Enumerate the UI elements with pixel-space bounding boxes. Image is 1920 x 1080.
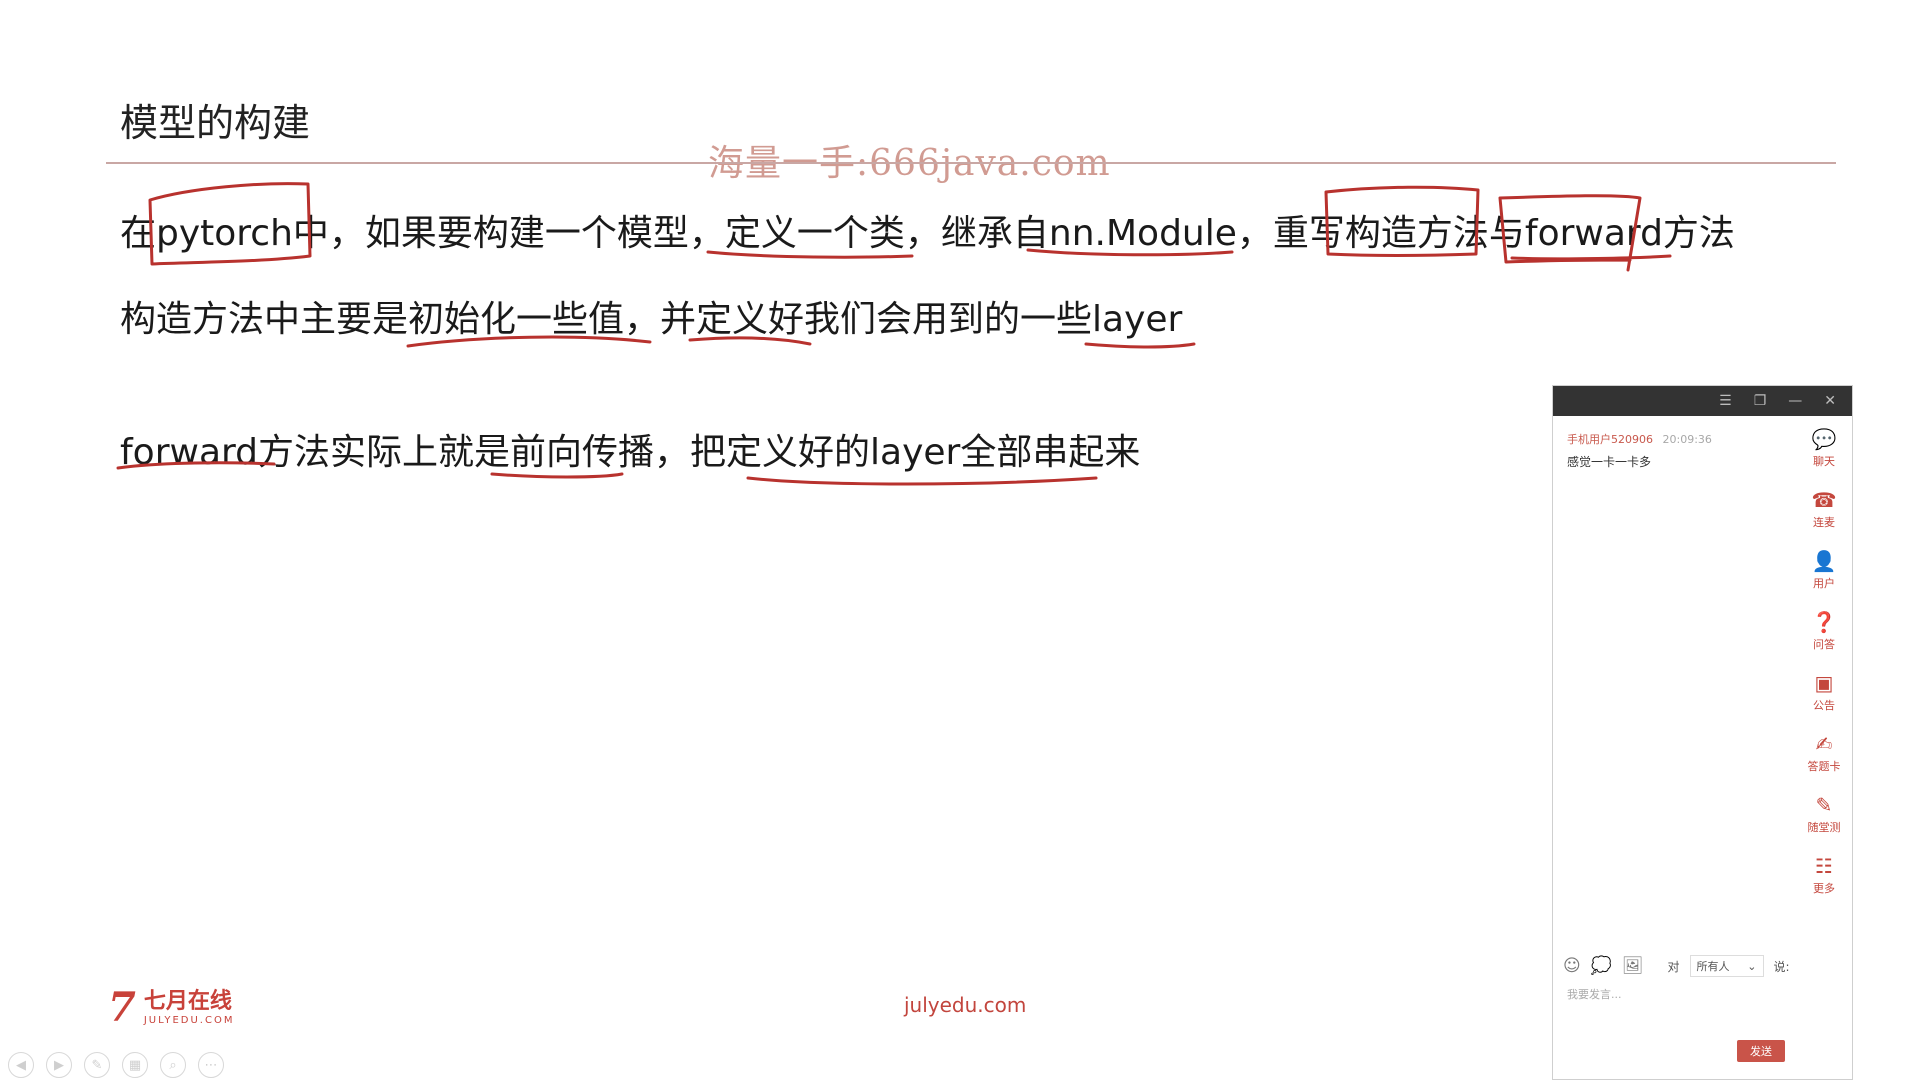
chat-input[interactable]: 我要发言... [1567,986,1622,1002]
chat-panel: ☰ ❐ — ✕ 手机用户520906 20:09:36 感觉一卡一卡多 💬 聊天… [1552,385,1853,1080]
recipient-value: 所有人 [1696,960,1730,973]
sidebar-item-label: 连麦 [1813,516,1835,529]
restore-icon[interactable]: ❐ [1754,393,1767,409]
sidebar-item-notice[interactable]: ▣ 公告 [1796,662,1852,723]
more-icon[interactable]: ⋯ [198,1052,224,1078]
slide-title: 模型的构建 [120,101,311,145]
sidebar-item-quiz[interactable]: ✎ 随堂测 [1796,784,1852,845]
footer-url: julyedu.com [904,993,1027,1017]
sidebar-item-label: 用户 [1813,577,1835,590]
annotation-underline-layer [1084,342,1196,349]
sidebar-item-answer-card[interactable]: ✍ 答题卡 [1796,723,1852,784]
say-label: 说: [1773,959,1790,974]
chat-sidebar: 💬 聊天 ☎ 连麦 👤 用户 ❓ 问答 ▣ 公告 ✍ 答题卡 ✎ 随堂测 ☷ 更… [1796,418,1852,919]
content-line-3: forward方法实际上就是前向传播，把定义好的layer全部串起来 [120,432,1141,473]
zoom-icon[interactable]: ⌕ [160,1052,186,1078]
answer-card-icon: ✍ [1815,732,1833,756]
prev-icon[interactable]: ◀ [8,1052,34,1078]
next-icon[interactable]: ▶ [46,1052,72,1078]
pen-icon[interactable]: ✎ [84,1052,110,1078]
logo-icon: 7 [108,984,136,1031]
emoji-icon[interactable]: ☺ [1563,956,1581,976]
slides-icon[interactable]: ▦ [122,1052,148,1078]
logo-english-text: JULYEDU.COM [143,1014,235,1026]
logo-chinese-text: 七月在线 [143,988,232,1014]
sidebar-item-users[interactable]: 👤 用户 [1796,540,1852,601]
sidebar-item-label: 聊天 [1813,455,1835,468]
sidebar-item-mic[interactable]: ☎ 连麦 [1796,479,1852,540]
phone-icon: ☎ [1811,488,1837,512]
notice-icon: ▣ [1814,671,1834,695]
quiz-icon: ✎ [1815,793,1833,817]
chevron-down-icon: ⌄ [1747,959,1757,973]
sidebar-item-label: 公告 [1813,699,1835,712]
sidebar-item-qa[interactable]: ❓ 问答 [1796,601,1852,662]
sidebar-item-label: 随堂测 [1807,821,1841,834]
annotation-underline-layer-chain [746,476,1098,486]
title-divider [106,162,1836,164]
minimize-icon[interactable]: — [1788,393,1802,409]
slide-controls: ◀ ▶ ✎ ▦ ⌕ ⋯ [8,1052,224,1078]
sidebar-item-more[interactable]: ☷ 更多 [1796,845,1852,906]
content-line-2: 构造方法中主要是初始化一些值，并定义好我们会用到的一些layer [120,299,1183,340]
sidebar-item-label: 更多 [1813,882,1835,895]
brand-logo: 7 七月在线 JULYEDU.COM [108,988,234,1028]
menu-icon[interactable]: ☰ [1719,393,1732,409]
content-line-1: 在pytorch中，如果要构建一个模型，定义一个类，继承自nn.Module，重… [120,213,1735,254]
chat-icon: 💬 [1811,427,1837,451]
chat-message-text: 感觉一卡一卡多 [1567,455,1652,469]
chat-titlebar: ☰ ❐ — ✕ [1553,386,1852,416]
to-label: 对 [1667,959,1680,974]
chat-message-time: 20:09:36 [1662,433,1712,446]
annotation-underline-forward-method [1510,254,1672,261]
recipient-select[interactable]: 所有人 ⌄ [1689,955,1764,977]
sidebar-item-chat[interactable]: 💬 聊天 [1796,418,1852,479]
user-icon: 👤 [1811,549,1837,573]
more-grid-icon: ☷ [1815,854,1833,878]
send-button[interactable]: 发送 [1737,1040,1785,1062]
bubble-icon[interactable]: 💭 [1591,956,1612,976]
sidebar-item-label: 答题卡 [1807,760,1841,773]
question-icon: ❓ [1811,610,1837,634]
close-icon[interactable]: ✕ [1824,393,1836,409]
watermark: 海量一手:666java.com [708,143,1111,184]
chat-toolbar: ☺ 💭 🖼 对 所有人 ⌄ 说: [1563,951,1840,981]
chat-message-user: 手机用户520906 [1567,433,1653,446]
chat-message: 手机用户520906 20:09:36 感觉一卡一卡多 [1567,431,1712,470]
image-icon[interactable]: 🖼 [1622,956,1644,976]
sidebar-item-label: 问答 [1813,638,1835,651]
